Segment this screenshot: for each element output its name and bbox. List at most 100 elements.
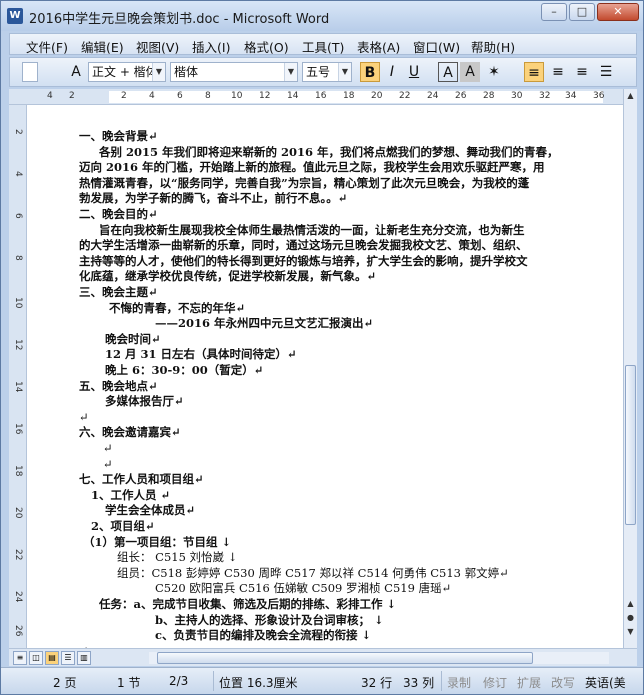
char-border-button[interactable]: A — [438, 62, 458, 82]
status-page-of: 2/3 — [169, 674, 189, 688]
menu-window[interactable]: 窗口(W) — [413, 37, 460, 56]
horizontal-scrollbar[interactable]: ≡ ◫ ▤ ☰ ▥ — [9, 648, 637, 666]
ruler-number: 22 — [399, 91, 411, 101]
scroll-up-icon[interactable]: ▲ — [625, 91, 636, 105]
document-line: 各别 2015 年我们即将迎来崭新的 2016 年，我们将点燃我们的梦想、舞动我… — [99, 144, 559, 159]
status-rec[interactable]: 录制 — [447, 674, 471, 691]
ruler-number: 20 — [13, 507, 23, 519]
document-line: 组长： C515 刘怡崴 ↓ — [117, 550, 238, 565]
ruler-number: 2 — [69, 91, 75, 101]
close-button[interactable]: ✕ — [597, 3, 639, 21]
document-line: ——2016 年永州四中元旦文艺汇报演出↵ — [155, 316, 374, 331]
ruler-page-area — [109, 91, 603, 103]
previous-page-icon[interactable]: ▲ — [625, 599, 636, 613]
vertical-scrollbar[interactable]: ▲ ▲ ● ▼ — [623, 89, 637, 648]
ruler-number: 2 — [13, 129, 23, 135]
status-trk[interactable]: 修订 — [483, 674, 507, 691]
style-combo[interactable]: 正文 + 楷体 ▼ — [88, 62, 166, 82]
document-line: 多媒体报告厅↵ — [105, 394, 184, 409]
menu-bar: 文件(F) 编辑(E) 视图(V) 插入(I) 格式(O) 工具(T) 表格(A… — [9, 33, 637, 55]
status-separator — [441, 671, 442, 691]
menu-help[interactable]: 帮助(H) — [471, 37, 515, 56]
char-shading-button[interactable]: A — [460, 62, 480, 82]
styles-pane-icon[interactable]: A — [66, 62, 86, 82]
minimize-button[interactable]: – — [541, 3, 567, 21]
document-line: 勃发展，为学子新的腾飞，奋斗不止，前行不息。。↵ — [79, 191, 348, 206]
ruler-number: 18 — [13, 465, 23, 477]
underline-button[interactable]: U — [404, 62, 424, 82]
ruler-number: 10 — [13, 297, 23, 309]
size-combo[interactable]: 五号 ▼ — [302, 62, 352, 82]
vertical-ruler[interactable]: 2 4 6 8 10 12 14 16 18 20 22 24 26 — [9, 105, 27, 648]
document-line: 任务：a、完成节目收集、筛选及后期的排练、彩排工作 ↓ — [99, 597, 397, 611]
maximize-button[interactable]: □ — [569, 3, 595, 21]
ruler-number: 16 — [13, 423, 23, 435]
chevron-down-icon[interactable]: ▼ — [152, 63, 165, 81]
style-combo-value: 正文 + 楷体 — [92, 65, 158, 79]
menu-file[interactable]: 文件(F) — [26, 37, 68, 56]
document-line: b、主持人的选择、形象设计及台词审核； ↓ — [155, 612, 384, 627]
document-line: 迈向 2016 年的门槛，开始踏上新的旅程。值此元旦之际，我校学生会用欢乐驱赶严… — [79, 160, 545, 175]
ruler-number: 28 — [483, 91, 495, 101]
document-line: c、负责节目的编排及晚会全流程的衔接 ↓ — [155, 628, 372, 643]
menu-edit[interactable]: 编辑(E) — [81, 37, 124, 56]
menu-tools[interactable]: 工具(T) — [302, 37, 344, 56]
horizontal-ruler[interactable]: 4 2 2 4 6 8 10 12 14 16 18 20 22 24 26 2… — [9, 89, 623, 105]
menu-format[interactable]: 格式(O) — [244, 37, 289, 56]
ruler-number: 34 — [565, 91, 577, 101]
document-line: 的大学生活增添一曲崭新的乐章，同时，通过这场元旦晚会发掘我校文艺、策划、组织、 — [79, 238, 528, 253]
word-app-icon[interactable]: W — [7, 8, 23, 24]
align-center-icon[interactable]: ≡ — [548, 62, 568, 82]
ruler-number: 24 — [427, 91, 439, 101]
normal-view-icon[interactable]: ≡ — [13, 651, 27, 665]
chevron-down-icon[interactable]: ▼ — [284, 63, 297, 81]
status-row: 32 行 — [361, 676, 393, 690]
document-line: 化底蕴，继承学校优良传统，促进学校新发展，新气象。↵ — [79, 269, 377, 284]
menu-table[interactable]: 表格(A) — [357, 37, 400, 56]
window-title: 2016中学生元旦晚会策划书.doc - Microsoft Word — [29, 12, 330, 27]
status-position: 位置 16.3厘米 — [219, 676, 298, 690]
reading-view-icon[interactable]: ▥ — [77, 651, 91, 665]
next-page-icon[interactable]: ▼ — [625, 627, 636, 641]
document-line: （1）第一项目组：节目组 ↓ — [83, 534, 232, 549]
status-language[interactable]: 英语(美 — [585, 674, 626, 691]
document-line: ↵ — [103, 441, 113, 455]
formatting-toolbar: A 正文 + 楷体 ▼ 楷体 ▼ 五号 ▼ B I U A A ✶ ≡ ≡ ≡ … — [9, 57, 637, 87]
horizontal-thumb[interactable] — [157, 652, 533, 664]
chevron-down-icon[interactable]: ▼ — [338, 63, 351, 81]
size-combo-value: 五号 — [306, 65, 331, 79]
web-view-icon[interactable]: ◫ — [29, 651, 43, 665]
select-browse-object-icon[interactable]: ● — [625, 613, 636, 627]
bold-button[interactable]: B — [360, 62, 380, 82]
ruler-number: 32 — [539, 91, 551, 101]
align-left-icon[interactable]: ≡ — [524, 62, 544, 82]
status-section: 1 节 — [117, 676, 141, 690]
menu-view[interactable]: 视图(V) — [136, 37, 179, 56]
ruler-number: 30 — [511, 91, 523, 101]
ruler-number: 16 — [315, 91, 327, 101]
status-ext[interactable]: 扩展 — [517, 674, 541, 691]
ruler-number: 20 — [371, 91, 383, 101]
menu-insert[interactable]: 插入(I) — [192, 37, 230, 56]
outline-view-icon[interactable]: ☰ — [61, 651, 75, 665]
italic-button[interactable]: I — [382, 62, 402, 82]
ruler-number: 10 — [231, 91, 243, 101]
ruler-number: 14 — [287, 91, 299, 101]
ruler-number: 8 — [205, 91, 211, 101]
document-line: 一、晚会背景↵ — [79, 129, 158, 143]
print-view-icon[interactable]: ▤ — [45, 651, 59, 665]
status-page: 2 页 — [53, 676, 77, 690]
document-page[interactable]: 一、晚会背景↵ 各别 2015 年我们即将迎来崭新的 2016 年，我们将点燃我们… — [27, 105, 623, 648]
status-ovr[interactable]: 改写 — [551, 674, 575, 691]
document-line: 五、晚会地点↵ — [79, 378, 158, 393]
scroll-thumb[interactable] — [625, 365, 636, 525]
font-combo[interactable]: 楷体 ▼ — [170, 62, 298, 82]
new-document-icon[interactable] — [22, 62, 38, 82]
align-right-icon[interactable]: ≡ — [572, 62, 592, 82]
document-line: C520 欧阳富兵 C516 伍娣敏 C509 罗湘桢 C519 唐瑶↵ — [155, 581, 452, 596]
document-line: 学生会全体成员↵ — [105, 503, 196, 518]
document-line: 七、工作人员和项目组↵ — [79, 472, 204, 487]
text-effects-icon[interactable]: ✶ — [484, 62, 504, 82]
justify-icon[interactable]: ☰ — [596, 62, 616, 82]
document-line: 二、晚会目的↵ — [79, 207, 158, 221]
